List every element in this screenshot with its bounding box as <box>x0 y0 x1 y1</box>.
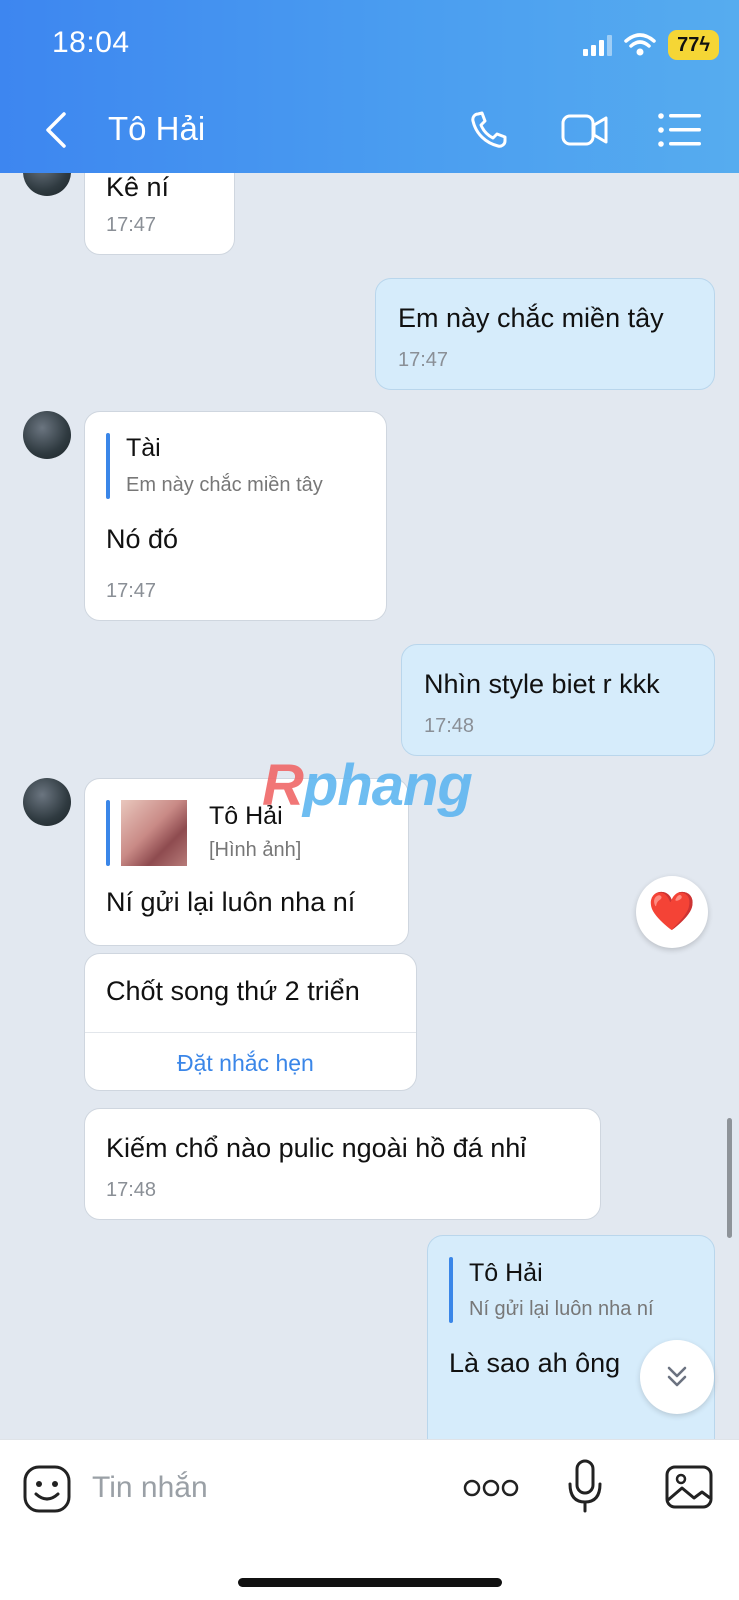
message-input[interactable] <box>92 1462 432 1514</box>
heart-reaction[interactable]: ❤️ <box>636 876 708 948</box>
contact-name[interactable]: Tô Hải <box>108 110 205 148</box>
quote-text: Em này chắc miền tây <box>126 474 323 496</box>
back-icon[interactable] <box>36 108 76 152</box>
more-options-icon[interactable] <box>463 1476 519 1500</box>
bubble-divider <box>85 1032 416 1033</box>
message-bubble-incoming-reminder[interactable]: Chốt song thứ 2 triển Đặt nhắc hẹn <box>84 953 417 1091</box>
chat-scrollbar[interactable] <box>727 1118 732 1238</box>
message-text: Kê ní <box>106 173 170 202</box>
sender-avatar[interactable] <box>23 778 71 826</box>
message-text: Nó đó <box>106 524 179 554</box>
scroll-to-bottom-button[interactable] <box>640 1340 714 1414</box>
menu-list-icon[interactable] <box>656 108 706 152</box>
message-text: Chốt song thứ 2 triển <box>106 976 360 1006</box>
wifi-icon <box>624 33 656 56</box>
message-bubble-incoming[interactable]: Kiếm chổ nào pulic ngoài hồ đá nhỉ 17:48 <box>84 1108 601 1220</box>
message-bubble-outgoing[interactable]: Em này chắc miền tây 17:47 <box>375 278 715 390</box>
message-bubble-outgoing[interactable]: Nhìn style biet r kkk 17:48 <box>401 644 715 756</box>
sender-avatar[interactable] <box>23 173 71 196</box>
message-text: Ní gửi lại luôn nha ní <box>106 887 356 917</box>
quote-author: Tài <box>126 434 161 462</box>
microphone-icon[interactable] <box>566 1458 604 1514</box>
status-time: 18:04 <box>52 26 130 59</box>
message-time: 17:47 <box>106 580 157 602</box>
message-time: 17:48 <box>424 715 475 737</box>
message-bubble-incoming[interactable]: Kê ní 17:47 <box>84 173 235 255</box>
quote-text: Ní gửi lại luôn nha ní <box>469 1298 654 1320</box>
message-text: Kiếm chổ nào pulic ngoài hồ đá nhỉ <box>106 1133 527 1163</box>
quote-bar <box>449 1257 453 1323</box>
message-time: 17:47 <box>106 214 157 236</box>
chat-header: 18:04 77ϟ Tô Hải <box>0 0 739 173</box>
quote-image-thumbnail[interactable] <box>121 800 187 866</box>
message-time: 17:47 <box>398 349 449 371</box>
message-bubble-incoming-reply[interactable]: Tài Em này chắc miền tây Nó đó 17:47 <box>84 411 387 621</box>
quote-bar <box>106 800 110 866</box>
watermark-logo: Rphang <box>262 753 473 818</box>
message-text: Là sao ah ông <box>449 1348 621 1378</box>
battery-level: 77 <box>677 34 700 56</box>
quote-bar <box>106 433 110 499</box>
sender-avatar[interactable] <box>23 411 71 459</box>
quote-text: [Hình ảnh] <box>209 839 302 861</box>
quote-author: Tô Hải <box>469 1259 543 1287</box>
heart-icon: ❤️ <box>648 891 696 933</box>
message-input-bar <box>0 1439 739 1600</box>
sticker-icon[interactable] <box>22 1464 72 1514</box>
chat-messages-area[interactable]: Kê ní 17:47 Em này chắc miền tây 17:47 T… <box>0 173 739 1439</box>
charging-icon: ϟ <box>699 34 710 56</box>
image-gallery-icon[interactable] <box>664 1464 714 1510</box>
set-reminder-button[interactable]: Đặt nhắc hẹn <box>177 1050 314 1077</box>
battery-indicator: 77ϟ <box>668 30 719 60</box>
message-text: Em này chắc miền tây <box>398 303 664 333</box>
phone-call-icon[interactable] <box>466 108 516 152</box>
video-call-icon[interactable] <box>560 108 610 152</box>
signal-icon <box>583 35 613 56</box>
home-indicator <box>238 1578 502 1587</box>
message-text: Nhìn style biet r kkk <box>424 669 660 699</box>
double-chevron-down-icon <box>667 1366 687 1387</box>
message-time: 17:48 <box>106 1179 157 1201</box>
status-indicators: 77ϟ <box>582 30 719 60</box>
